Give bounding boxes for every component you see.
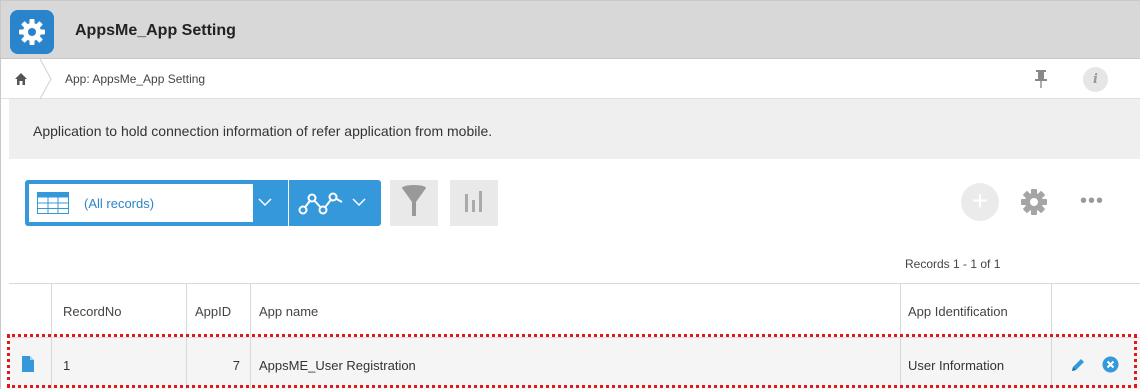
- table-row[interactable]: 1 7 AppsME_User Registration User Inform…: [9, 337, 1140, 389]
- table-header-row: RecordNo AppID App name App Identificati…: [9, 283, 1140, 338]
- settings-gear-icon[interactable]: [1019, 187, 1049, 217]
- filter-button[interactable]: [390, 180, 438, 226]
- column-header-recordno[interactable]: RecordNo: [52, 284, 187, 338]
- cell-app-name: AppsME_User Registration: [251, 338, 901, 389]
- bar-chart-icon: [465, 191, 482, 212]
- app-description: Application to hold connection informati…: [9, 99, 1140, 159]
- pin-icon[interactable]: [1031, 68, 1051, 90]
- view-selector[interactable]: (All records): [25, 180, 288, 226]
- more-options-button[interactable]: •••: [1076, 191, 1108, 211]
- home-icon[interactable]: [1, 59, 41, 99]
- table-view-icon: [37, 192, 69, 214]
- chevron-down-icon[interactable]: [351, 194, 367, 210]
- line-graph-icon: [298, 192, 343, 215]
- graph-button[interactable]: [289, 180, 381, 226]
- filter-icon: [402, 185, 426, 216]
- page-title: AppsMe_App Setting: [75, 22, 236, 39]
- delete-circle-icon[interactable]: [1102, 356, 1119, 373]
- records-count: Records 1 - 1 of 1: [905, 257, 1001, 271]
- cell-appid: 7: [187, 338, 251, 389]
- app-window: AppsMe_App Setting App: AppsMe_App Setti…: [0, 0, 1140, 389]
- column-header-appid[interactable]: AppID: [187, 284, 251, 338]
- column-header-app-name[interactable]: App name: [251, 284, 901, 338]
- column-header-app-identification[interactable]: App Identification: [901, 284, 1052, 338]
- app-header: AppsMe_App Setting: [1, 1, 1140, 59]
- breadcrumb: App: AppsMe_App Setting i: [1, 59, 1140, 99]
- view-dropdown[interactable]: (All records): [29, 184, 253, 222]
- cell-recordno: 1: [52, 338, 187, 389]
- gear-icon[interactable]: [10, 10, 54, 54]
- info-icon[interactable]: i: [1083, 67, 1108, 92]
- add-record-button[interactable]: +: [961, 183, 999, 221]
- record-detail-cell[interactable]: [9, 338, 52, 389]
- row-actions: [1052, 338, 1140, 389]
- chart-button[interactable]: [450, 180, 498, 226]
- breadcrumb-app-link[interactable]: App: AppsMe_App Setting: [65, 72, 205, 86]
- pencil-edit-icon[interactable]: [1069, 356, 1087, 374]
- chevron-down-icon[interactable]: [257, 194, 273, 210]
- header-spacer: [9, 284, 52, 338]
- description-text: Application to hold connection informati…: [33, 123, 493, 139]
- cell-app-identification: User Information: [901, 338, 1052, 389]
- view-label: (All records): [84, 196, 155, 211]
- document-icon[interactable]: [22, 356, 34, 372]
- breadcrumb-separator: [39, 59, 52, 99]
